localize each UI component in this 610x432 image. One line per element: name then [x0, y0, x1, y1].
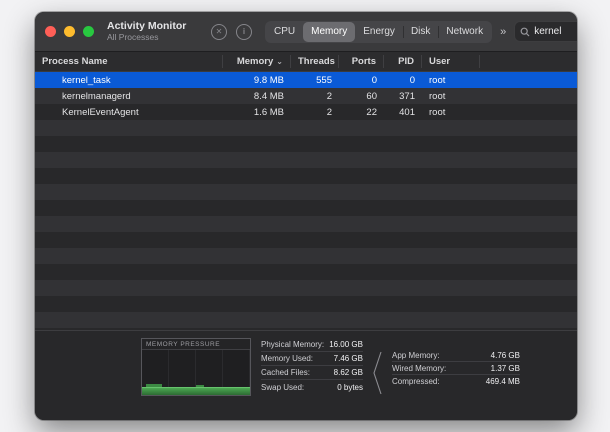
table-row-empty — [35, 248, 577, 264]
table-row-empty — [35, 168, 577, 184]
tab-network[interactable]: Network — [438, 22, 491, 42]
table-row-empty — [35, 136, 577, 152]
stat-row: Wired Memory: 1.37 GB — [392, 362, 520, 375]
stat-row: Compressed: 469.4 MB — [392, 375, 520, 388]
table-row-empty — [35, 312, 577, 328]
user-cell: root — [422, 91, 480, 102]
table-row-empty — [35, 200, 577, 216]
breakdown-stats-table: App Memory: 4.76 GB Wired Memory: 1.37 G… — [392, 349, 520, 388]
process-name-cell: kernel_task — [35, 75, 223, 86]
minimize-button[interactable] — [64, 26, 75, 37]
table-header: Process Name Memory ⌄ Threads Ports PID … — [35, 52, 577, 72]
stat-label: Wired Memory: — [392, 364, 446, 373]
pid-cell: 371 — [384, 91, 422, 102]
stat-label: Compressed: — [392, 377, 440, 386]
quit-process-button[interactable]: ✕ — [211, 24, 227, 40]
window-subtitle: All Processes — [107, 33, 211, 43]
stat-row: App Memory: 4.76 GB — [392, 349, 520, 362]
table-row-empty — [35, 280, 577, 296]
stat-value: 7.46 GB — [334, 354, 363, 363]
activity-monitor-window: Activity Monitor All Processes ✕ i CPUMe… — [35, 12, 577, 420]
search-input[interactable] — [534, 26, 577, 37]
search-icon — [520, 27, 530, 37]
zoom-button[interactable] — [83, 26, 94, 37]
toolbar-overflow-chevron-icon[interactable]: » — [500, 26, 506, 38]
sort-chevron-icon: ⌄ — [276, 55, 283, 68]
stat-row: Cached Files: 8.62 GB — [261, 366, 363, 380]
column-header-threads[interactable]: Threads — [291, 55, 339, 68]
table-row-empty — [35, 216, 577, 232]
user-cell: root — [422, 75, 480, 86]
tab-energy[interactable]: Energy — [355, 22, 403, 42]
stat-row: Physical Memory: 16.00 GB — [261, 338, 363, 352]
ports-cell: 0 — [339, 75, 384, 86]
tab-memory[interactable]: Memory — [303, 22, 355, 42]
table-row-empty — [35, 152, 577, 168]
stat-row: Memory Used: 7.46 GB — [261, 352, 363, 366]
title-block: Activity Monitor All Processes — [107, 21, 211, 42]
close-button[interactable] — [45, 26, 56, 37]
pressure-graph-fill — [142, 387, 250, 395]
stat-label: Physical Memory: — [261, 340, 324, 349]
stat-value: 16.00 GB — [329, 340, 363, 349]
memory-pressure-graph — [142, 350, 250, 395]
threads-cell: 2 — [291, 91, 339, 102]
user-cell: root — [422, 107, 480, 118]
stat-label: Cached Files: — [261, 368, 310, 377]
column-header-pid[interactable]: PID — [384, 55, 422, 68]
tab-cpu[interactable]: CPU — [266, 22, 303, 42]
ports-cell: 22 — [339, 107, 384, 118]
stat-row: Swap Used: 0 bytes — [261, 380, 363, 394]
table-row-empty — [35, 184, 577, 200]
column-header-user[interactable]: User — [422, 55, 480, 68]
process-table-body: kernel_task 9.8 MB 555 0 0 root kernelma… — [35, 72, 577, 330]
tab-disk[interactable]: Disk — [403, 22, 438, 42]
inspect-process-button[interactable]: i — [236, 24, 252, 40]
ports-cell: 60 — [339, 91, 384, 102]
column-header-memory[interactable]: Memory ⌄ — [223, 55, 291, 68]
pid-cell: 401 — [384, 107, 422, 118]
process-name-cell: kernelmanagerd — [35, 91, 223, 102]
memory-cell: 1.6 MB — [223, 107, 291, 118]
memory-pressure-box: MEMORY PRESSURE — [141, 338, 251, 396]
info-icon: i — [243, 27, 245, 36]
memory-pressure-label: MEMORY PRESSURE — [142, 339, 250, 350]
table-row-empty — [35, 296, 577, 312]
memory-cell: 9.8 MB — [223, 75, 291, 86]
pid-cell: 0 — [384, 75, 422, 86]
stat-label: Swap Used: — [261, 383, 304, 392]
stat-value: 1.37 GB — [491, 364, 520, 373]
breakdown-brace-icon — [373, 351, 382, 395]
table-row-empty — [35, 232, 577, 248]
table-row-empty — [35, 264, 577, 280]
stat-label: Memory Used: — [261, 354, 313, 363]
view-switcher: CPUMemoryEnergyDiskNetwork — [265, 21, 492, 43]
window-title: Activity Monitor — [107, 21, 211, 33]
search-field[interactable]: ✕ — [514, 21, 577, 42]
memory-stats-table: Physical Memory: 16.00 GB Memory Used: 7… — [261, 338, 363, 394]
process-name-cell: KernelEventAgent — [35, 107, 223, 118]
stat-value: 0 bytes — [337, 383, 363, 392]
threads-cell: 2 — [291, 107, 339, 118]
quit-process-icon: ✕ — [216, 27, 223, 36]
column-header-ports[interactable]: Ports — [339, 55, 384, 68]
table-row-empty — [35, 120, 577, 136]
memory-footer-panel: MEMORY PRESSURE Physical Memory: 16.00 G… — [35, 330, 577, 420]
table-row[interactable]: kernelmanagerd 8.4 MB 2 60 371 root — [35, 88, 577, 104]
column-header-filler — [480, 55, 577, 68]
table-row[interactable]: kernel_task 9.8 MB 555 0 0 root — [35, 72, 577, 88]
threads-cell: 555 — [291, 75, 339, 86]
table-row[interactable]: KernelEventAgent 1.6 MB 2 22 401 root — [35, 104, 577, 120]
toolbar: Activity Monitor All Processes ✕ i CPUMe… — [35, 12, 577, 52]
memory-cell: 8.4 MB — [223, 91, 291, 102]
stat-label: App Memory: — [392, 351, 440, 360]
stat-value: 4.76 GB — [491, 351, 520, 360]
column-header-process-name[interactable]: Process Name — [35, 55, 223, 68]
traffic-lights — [45, 26, 94, 37]
stat-value: 469.4 MB — [486, 377, 520, 386]
stat-value: 8.62 GB — [334, 368, 363, 377]
